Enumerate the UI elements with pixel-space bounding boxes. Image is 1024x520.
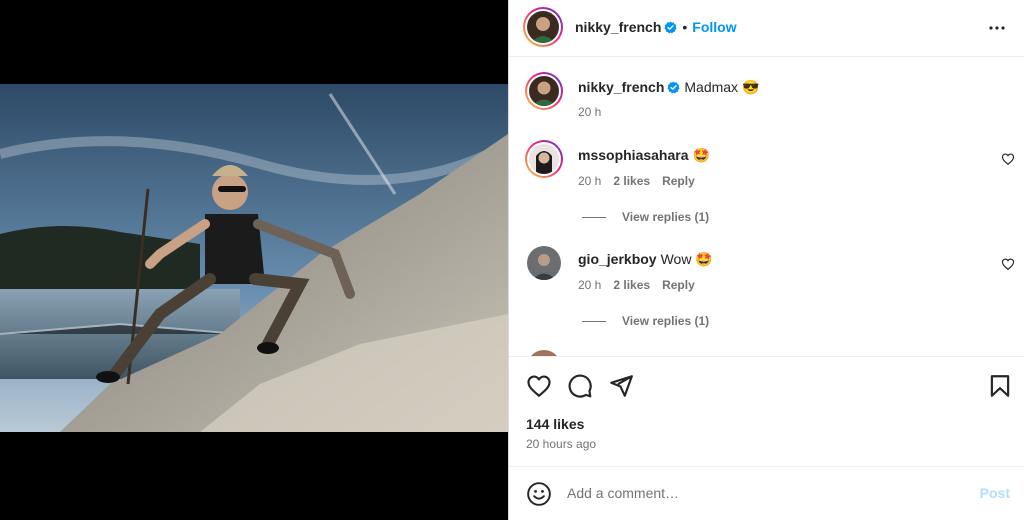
reply-button[interactable]: Reply bbox=[662, 174, 695, 188]
replies-divider bbox=[582, 217, 606, 219]
comment-time[interactable]: 20 h bbox=[578, 174, 601, 188]
bookmark-icon[interactable] bbox=[987, 373, 1013, 399]
post-actions: 144 likes 20 hours ago bbox=[509, 356, 1024, 466]
caption-time[interactable]: 20 h bbox=[578, 105, 601, 119]
comment-avatar[interactable] bbox=[527, 246, 561, 280]
post-details-panel: nikky_french • Follow nikky_french Madmax 😎 bbox=[508, 0, 1024, 520]
comments-list[interactable]: nikky_french Madmax 😎 20 h mssophiasahara… bbox=[509, 58, 1024, 356]
caption-text: nikky_french Madmax 😎 bbox=[578, 79, 759, 96]
comment-likes[interactable]: 2 likes bbox=[613, 278, 650, 292]
author-avatar[interactable] bbox=[523, 7, 563, 47]
comment-icon[interactable] bbox=[567, 373, 593, 399]
replies-divider bbox=[582, 321, 606, 323]
comment-likes[interactable]: 2 likes bbox=[613, 174, 650, 188]
view-replies-button[interactable]: View replies (1) bbox=[582, 210, 709, 224]
view-replies-button[interactable]: View replies (1) bbox=[582, 314, 709, 328]
verified-badge-icon bbox=[667, 81, 680, 94]
author-line: nikky_french • Follow bbox=[575, 19, 737, 35]
reply-button[interactable]: Reply bbox=[662, 278, 695, 292]
share-icon[interactable] bbox=[608, 373, 634, 399]
verified-badge-icon bbox=[664, 21, 677, 34]
emoji-icon[interactable] bbox=[526, 481, 552, 507]
comment-input[interactable] bbox=[567, 483, 947, 503]
comment-text: mssophiasahara 🤩 bbox=[578, 147, 710, 164]
comment-avatar-image bbox=[527, 246, 561, 280]
author-avatar-image bbox=[527, 11, 559, 43]
post-timestamp[interactable]: 20 hours ago bbox=[526, 437, 596, 451]
post-header: nikky_french • Follow bbox=[509, 0, 1024, 57]
more-options-icon[interactable] bbox=[985, 16, 1009, 40]
author-username[interactable]: nikky_french bbox=[575, 19, 661, 35]
comment-message: 🤩 bbox=[692, 147, 710, 163]
caption-meta: 20 h bbox=[578, 105, 613, 119]
comment-username[interactable]: gio_jerkboy bbox=[578, 251, 657, 267]
caption-avatar-image bbox=[529, 76, 559, 106]
post-comment-button[interactable]: Post bbox=[980, 485, 1010, 501]
comment-composer: Post bbox=[509, 466, 1024, 520]
post-media bbox=[0, 0, 508, 520]
likes-count[interactable]: 144 likes bbox=[526, 416, 584, 432]
comment-username[interactable]: mssophiasahara bbox=[578, 147, 689, 163]
follow-button[interactable]: Follow bbox=[692, 19, 736, 35]
comment-avatar-image bbox=[529, 144, 559, 174]
comment-meta: 20 h 2 likes Reply bbox=[578, 174, 707, 188]
comment-meta: 20 h 2 likes Reply bbox=[578, 278, 707, 292]
caption-message: Madmax 😎 bbox=[684, 79, 760, 95]
comment-avatar[interactable] bbox=[525, 140, 563, 178]
post-photo[interactable] bbox=[0, 84, 508, 432]
view-replies-label: View replies (1) bbox=[622, 314, 710, 328]
comment-time[interactable]: 20 h bbox=[578, 278, 601, 292]
comment-message: Wow 🤩 bbox=[660, 251, 713, 267]
heart-icon[interactable] bbox=[526, 373, 552, 399]
comment-like-heart-icon[interactable] bbox=[1001, 257, 1015, 271]
separator-dot: • bbox=[682, 19, 688, 35]
view-replies-label: View replies (1) bbox=[622, 210, 710, 224]
caption-username[interactable]: nikky_french bbox=[578, 79, 664, 95]
post-image bbox=[0, 84, 508, 432]
comment-like-heart-icon[interactable] bbox=[1001, 152, 1015, 166]
comment-text: gio_jerkboy Wow 🤩 bbox=[578, 251, 713, 268]
caption-avatar[interactable] bbox=[525, 72, 563, 110]
